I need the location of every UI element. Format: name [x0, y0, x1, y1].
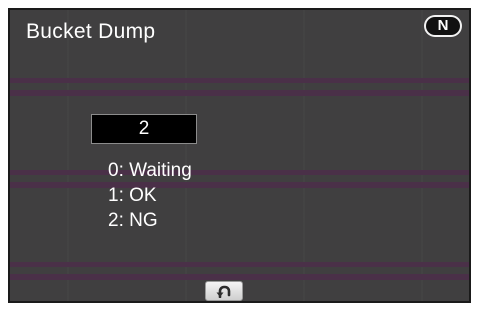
bucket-dump-screen: Bucket Dump N 2 0: Waiting 1: OK 2: NG [8, 8, 471, 303]
mode-badge: N [424, 15, 462, 37]
page-title: Bucket Dump [26, 20, 156, 43]
option-waiting: 0: Waiting [108, 160, 192, 181]
status-options-list: 0: Waiting 1: OK 2: NG [108, 158, 192, 233]
back-button[interactable] [205, 281, 243, 301]
option-ok: 1: OK [108, 185, 157, 206]
current-value-field[interactable]: 2 [91, 114, 197, 144]
mode-badge-label: N [426, 17, 460, 35]
return-arrow-icon [216, 285, 231, 298]
option-ng: 2: NG [108, 210, 158, 231]
